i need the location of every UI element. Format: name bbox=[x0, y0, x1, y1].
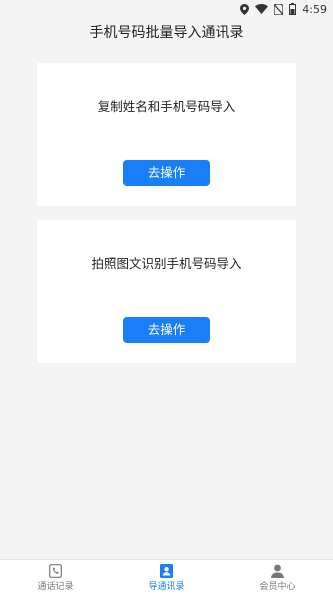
paste-import-label: 复制姓名和手机号码导入 bbox=[97, 99, 236, 114]
paste-import-button[interactable]: 去操作 bbox=[123, 160, 210, 186]
status-time: 4:59 bbox=[302, 2, 327, 16]
photo-import-card: 拍照图文识别手机号码导入 去操作 bbox=[37, 220, 296, 363]
tab-member-center[interactable]: 会员中心 bbox=[222, 560, 333, 595]
tab-call-log-label: 通话记录 bbox=[37, 582, 74, 592]
battery-icon bbox=[289, 3, 297, 15]
status-bar: 4:59 bbox=[0, 0, 333, 18]
photo-import-button[interactable]: 去操作 bbox=[123, 317, 210, 343]
location-icon bbox=[240, 3, 250, 15]
contacts-import-icon bbox=[160, 563, 173, 578]
wifi-icon bbox=[255, 4, 269, 14]
bottom-tab-bar: 通话记录 导通讯录 会员中心 bbox=[0, 559, 333, 595]
page-title: 手机号码批量导入通讯录 bbox=[89, 25, 244, 41]
tab-member-center-label: 会员中心 bbox=[259, 582, 296, 592]
card-list: 复制姓名和手机号码导入 去操作 拍照图文识别手机号码导入 去操作 bbox=[0, 48, 333, 363]
user-icon bbox=[271, 563, 284, 578]
call-log-icon bbox=[49, 563, 62, 578]
no-sim-icon bbox=[274, 3, 284, 15]
tab-import-contacts-label: 导通讯录 bbox=[148, 582, 185, 592]
tab-call-log[interactable]: 通话记录 bbox=[0, 560, 111, 595]
paste-import-card: 复制姓名和手机号码导入 去操作 bbox=[37, 63, 296, 206]
tab-import-contacts[interactable]: 导通讯录 bbox=[111, 560, 222, 595]
photo-import-label: 拍照图文识别手机号码导入 bbox=[91, 256, 242, 271]
